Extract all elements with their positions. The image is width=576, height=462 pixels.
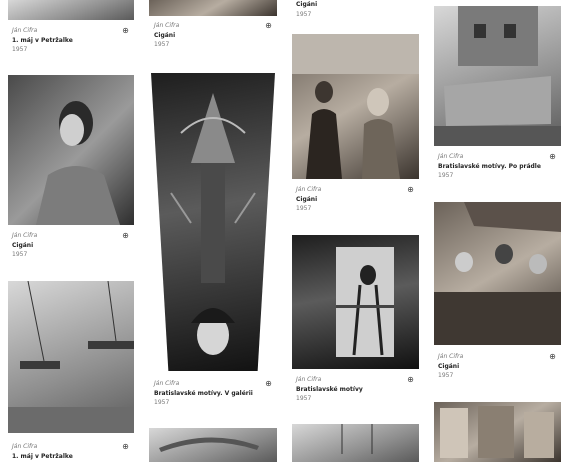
artwork-year: 1957: [438, 172, 454, 179]
zoom-in-icon[interactable]: ⊕: [406, 185, 415, 194]
artwork-image[interactable]: [149, 0, 277, 16]
artwork-year: 1957: [296, 395, 312, 402]
zoom-in-icon[interactable]: ⊕: [121, 26, 130, 35]
artwork-title[interactable]: Cigáni: [296, 195, 406, 205]
zoom-in-icon[interactable]: ⊕: [548, 152, 557, 161]
swings-graphic: [341, 424, 373, 454]
artwork-title[interactable]: Cigáni: [12, 241, 122, 251]
artwork-author[interactable]: Ján Cifra: [154, 21, 264, 31]
artwork-year: 1957: [12, 46, 28, 53]
zoom-in-icon[interactable]: ⊕: [264, 21, 273, 30]
artwork-title[interactable]: 1. máj v Petržalke: [12, 452, 122, 462]
artwork-image[interactable]: [434, 202, 561, 345]
artwork-title[interactable]: 1. máj v Petržalke: [12, 36, 122, 46]
artwork-image[interactable]: [8, 281, 134, 433]
artwork-author[interactable]: Ján Cifra: [296, 185, 406, 195]
artwork-year: 1957: [438, 372, 454, 379]
carousel-swings-graphic: [8, 281, 134, 433]
zoom-in-icon[interactable]: ⊕: [548, 352, 557, 361]
artwork-title[interactable]: Bratislavské motívy: [296, 385, 406, 395]
umbrella-graphic: [159, 437, 259, 452]
artwork-year: 1957: [154, 399, 170, 406]
artwork-year: 1957: [296, 10, 312, 18]
artwork-title[interactable]: Cigáni: [154, 31, 264, 41]
artwork-image[interactable]: [151, 73, 275, 371]
market-crowd-graphic: [434, 202, 561, 345]
artwork-year: 1957: [296, 205, 312, 212]
artwork-year: 1957: [154, 41, 170, 48]
religious-images-graphic: [440, 406, 554, 458]
artwork-year: 1957: [12, 251, 28, 258]
artwork-image[interactable]: [434, 6, 561, 146]
artwork-author[interactable]: Ján Cifra: [438, 152, 553, 162]
artwork-image[interactable]: [292, 424, 419, 462]
zoom-in-icon[interactable]: ⊕: [264, 379, 273, 388]
artwork-author[interactable]: Ján Cifra: [296, 375, 406, 385]
roma-children-graphic: [292, 34, 419, 179]
artwork-image[interactable]: [8, 0, 134, 20]
courtyard-laundry-graphic: [434, 6, 561, 146]
artwork-author[interactable]: Ján Cifra: [12, 26, 122, 36]
girl-portrait-graphic: [36, 101, 120, 225]
artwork-image[interactable]: [8, 75, 134, 225]
artwork-title[interactable]: Bratislavské motívy. V galérii: [154, 389, 264, 399]
zoom-in-icon[interactable]: ⊕: [406, 375, 415, 384]
zoom-in-icon[interactable]: ⊕: [121, 231, 130, 240]
artwork-image[interactable]: [434, 402, 561, 462]
artwork-author[interactable]: Ján Cifra: [12, 442, 122, 452]
gallery-mural-graphic: [170, 93, 256, 355]
artwork-title[interactable]: Cigáni: [296, 0, 406, 10]
artwork-title[interactable]: Bratislavské motívy. Po prádle: [438, 162, 553, 172]
zoom-in-icon[interactable]: ⊕: [121, 442, 130, 451]
artwork-author[interactable]: Ján Cifra: [12, 231, 122, 241]
artwork-author[interactable]: Ján Cifra: [438, 352, 548, 362]
balcony-dancer-graphic: [336, 247, 394, 357]
artwork-image[interactable]: [292, 235, 419, 369]
artwork-image[interactable]: [149, 428, 277, 462]
artwork-title[interactable]: Cigáni: [438, 362, 548, 372]
artwork-author[interactable]: Ján Cifra: [154, 379, 264, 389]
artwork-image[interactable]: [292, 34, 419, 179]
